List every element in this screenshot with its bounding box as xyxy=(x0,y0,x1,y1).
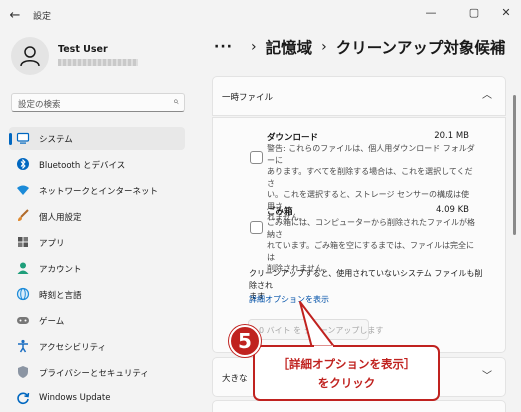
annotation-arrow-mask xyxy=(314,345,333,349)
step-badge: 5 xyxy=(229,325,261,357)
